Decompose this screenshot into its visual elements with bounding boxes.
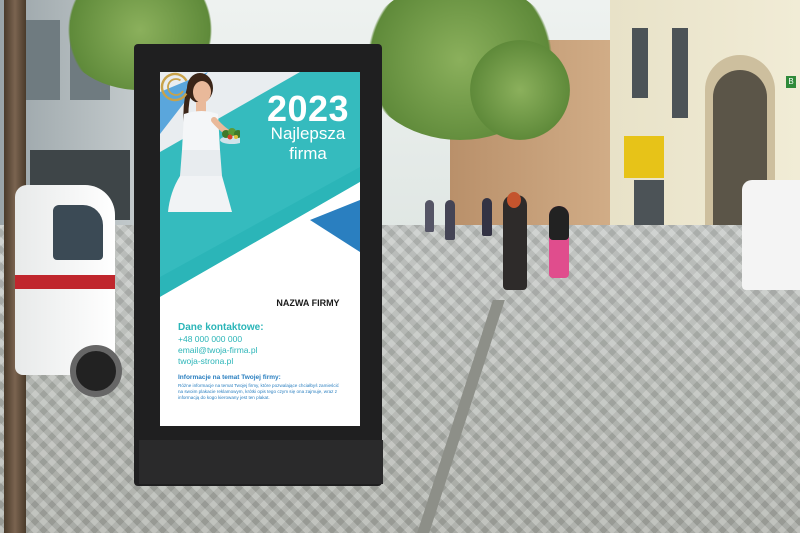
building-window xyxy=(672,28,688,118)
pedestrian-jacket xyxy=(549,206,569,240)
pedestrian-head xyxy=(507,192,521,208)
advertising-poster: 2023 Najlepsza firma NAZWA FIRMY Dane ko… xyxy=(160,72,360,426)
info-text: Różne informacje na temat Twojej firmy, … xyxy=(178,383,339,401)
van-wheel xyxy=(70,345,122,397)
pedestrian xyxy=(482,198,492,236)
building-window xyxy=(632,28,648,98)
pedestrian xyxy=(445,200,455,240)
parked-car-right xyxy=(742,180,800,290)
poster-headline: Najlepsza firma xyxy=(270,124,346,163)
company-name: NAZWA FIRMY xyxy=(276,298,340,308)
parked-van xyxy=(15,185,122,415)
contact-email: email@twoja-firma.pl xyxy=(178,345,258,355)
building-window xyxy=(20,20,60,100)
contact-title: Dane kontaktowe: xyxy=(178,322,264,333)
tree-foliage xyxy=(470,40,570,140)
pedestrian xyxy=(425,200,434,232)
contact-website: twoja-strona.pl xyxy=(178,356,234,366)
billboard-base xyxy=(139,440,383,484)
logo-c-icon xyxy=(160,72,190,102)
van-window xyxy=(53,205,103,260)
yellow-shop-sign xyxy=(624,136,664,178)
contact-phone: +48 000 000 000 xyxy=(178,334,243,344)
pedestrian xyxy=(503,195,527,290)
van-stripe xyxy=(15,275,115,289)
info-title: Informacje na temat Twojej firmy: xyxy=(178,374,281,381)
street-scene: 2023 Najlepsza firma NAZWA FIRMY Dane ko… xyxy=(0,0,800,533)
street-sign: B xyxy=(786,76,796,88)
